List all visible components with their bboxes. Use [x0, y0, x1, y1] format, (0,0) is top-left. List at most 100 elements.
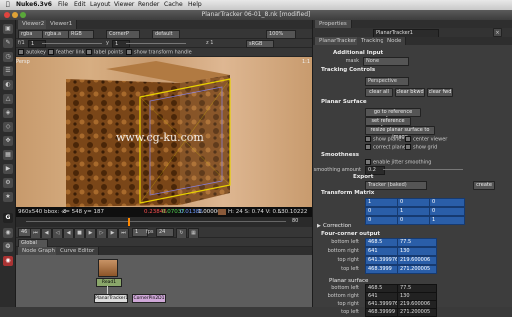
- tab-node-graph[interactable]: Node Graph: [18, 247, 60, 255]
- corner-x-field[interactable]: 468.3999: [365, 265, 399, 274]
- set-reference-frame-button[interactable]: set reference frame: [365, 117, 411, 131]
- close-panel-icon[interactable]: ×: [493, 28, 502, 37]
- center-viewer-checkbox[interactable]: center viewer: [405, 136, 447, 143]
- menu-help[interactable]: Help: [188, 1, 202, 8]
- corner-x-field[interactable]: 641: [365, 247, 399, 256]
- tab-curve-editor[interactable]: Curve Editor: [56, 247, 100, 255]
- views-tool-icon[interactable]: ▶: [3, 164, 13, 174]
- matrix-cell[interactable]: 0: [429, 207, 465, 216]
- autokey-checkbox[interactable]: autokey: [18, 49, 46, 56]
- label-points-checkbox[interactable]: label points: [86, 49, 123, 56]
- menu-edit[interactable]: Edit: [74, 1, 86, 8]
- gain-field[interactable]: 1: [28, 40, 46, 48]
- corner-label: bottom right: [327, 293, 359, 299]
- matrix-cell[interactable]: 0: [365, 207, 401, 216]
- correction-toggle-icon[interactable]: ▶: [317, 223, 321, 229]
- resize-planar-surface-button[interactable]: resize planar surface to image: [365, 126, 435, 140]
- gamma-slider[interactable]: [126, 43, 186, 44]
- resolution-info: 960x540 bbox: -3: [18, 209, 67, 215]
- show-plane-checkbox[interactable]: show plane: [365, 136, 401, 143]
- corner-x-field[interactable]: 641.399976: [365, 256, 399, 265]
- matrix-cell[interactable]: 0: [429, 198, 465, 207]
- export-type-select[interactable]: Tracker (baked): [365, 181, 427, 190]
- corner-y-field[interactable]: 219.600006: [397, 256, 437, 265]
- create-button[interactable]: create: [473, 181, 495, 190]
- viewer-canvas[interactable]: Persp 1:1 www.cg-ku.com: [16, 57, 312, 207]
- metadata-tool-icon[interactable]: ⚙: [3, 178, 13, 188]
- merge-tool-icon[interactable]: ◇: [3, 122, 13, 132]
- filter-tool-icon[interactable]: △: [3, 94, 13, 104]
- gamma-field[interactable]: 1: [112, 40, 130, 48]
- furnace-tool-icon[interactable]: ◉: [3, 228, 13, 238]
- menu-cache[interactable]: Cache: [164, 1, 183, 8]
- menu-file[interactable]: File: [58, 1, 68, 8]
- channel-tool-icon[interactable]: ☰: [3, 66, 13, 76]
- nuke-logo-icon[interactable]: ◉: [3, 256, 13, 266]
- menu-viewer[interactable]: Viewer: [114, 1, 134, 8]
- correct-plane-checkbox[interactable]: correct plane: [365, 144, 406, 151]
- tab-planartracker[interactable]: PlanarTracker: [315, 37, 362, 45]
- node-graph[interactable]: Read1 PlanarTracker1 CornerPin2D1: [16, 255, 312, 307]
- center-viewer-label: center viewer: [413, 136, 448, 143]
- timeline[interactable]: 80: [16, 217, 312, 227]
- go-to-reference-frame-button[interactable]: go to reference frame: [365, 108, 421, 122]
- timeline-playhead[interactable]: [128, 218, 130, 226]
- show-grid-checkbox[interactable]: show grid: [405, 144, 437, 151]
- keyer-tool-icon[interactable]: ◈: [3, 108, 13, 118]
- mode-select[interactable]: default: [152, 30, 180, 39]
- input-select[interactable]: CornerP: [106, 30, 140, 39]
- gain-slider[interactable]: [42, 43, 102, 44]
- matrix-cell[interactable]: 1: [429, 216, 465, 225]
- clear-fwd-button[interactable]: clear fwd: [427, 88, 453, 97]
- apple-icon[interactable]: : [6, 1, 10, 8]
- show-transform-handle-checkbox[interactable]: show transform handle: [126, 49, 192, 56]
- node-cornerpin2d1[interactable]: CornerPin2D1: [132, 294, 166, 303]
- zoom-select[interactable]: 100%: [266, 30, 296, 39]
- lut-select[interactable]: sRGB: [246, 40, 274, 48]
- other-tool-icon[interactable]: ★: [3, 192, 13, 202]
- jitter-smoothing-checkbox[interactable]: enable jitter smoothing: [365, 159, 431, 166]
- matrix-cell[interactable]: 1: [365, 198, 401, 207]
- 3d-tool-icon[interactable]: ▦: [3, 150, 13, 160]
- transform-tool-icon[interactable]: ✥: [3, 136, 13, 146]
- corner-y-field[interactable]: 130: [397, 247, 437, 256]
- corner-x-field[interactable]: 468.5: [365, 238, 399, 247]
- minimize-window-icon[interactable]: [12, 12, 18, 18]
- matrix-cell[interactable]: 0: [397, 198, 433, 207]
- surface-x-field[interactable]: 468.39999: [365, 308, 399, 317]
- track-mode-select[interactable]: Perspective: [365, 77, 409, 86]
- menu-app-name[interactable]: Nuke6.3v6: [16, 1, 52, 8]
- menu-layout[interactable]: Layout: [90, 1, 110, 8]
- matrix-cell[interactable]: 0: [397, 216, 433, 225]
- surface-y-field[interactable]: 271.200005: [397, 308, 437, 317]
- image-tool-icon[interactable]: ▣: [3, 24, 13, 34]
- draw-tool-icon[interactable]: ✎: [3, 38, 13, 48]
- node-read1[interactable]: Read1: [96, 278, 122, 287]
- matrix-cell[interactable]: 1: [397, 207, 433, 216]
- tab-viewer1[interactable]: Viewer1: [46, 20, 78, 29]
- tab-properties[interactable]: Properties: [315, 20, 352, 28]
- color-tool-icon[interactable]: ◐: [3, 80, 13, 90]
- clear-bkwd-button[interactable]: clear bkwd: [395, 88, 425, 97]
- matrix-cell[interactable]: 0: [365, 216, 401, 225]
- mask-select[interactable]: None: [363, 57, 409, 66]
- feather-link-checkbox[interactable]: feather link: [48, 49, 85, 56]
- time-tool-icon[interactable]: ◷: [3, 52, 13, 62]
- corner-label: top left: [341, 309, 359, 315]
- gizmo-icon[interactable]: G: [3, 213, 13, 223]
- smoothing-slider[interactable]: [383, 169, 463, 170]
- colorspace-select[interactable]: RGB: [68, 30, 94, 39]
- node-planartracker1[interactable]: PlanarTracker1: [94, 294, 128, 303]
- correction-heading[interactable]: Correction: [323, 223, 351, 229]
- corner-y-field[interactable]: 77.5: [397, 238, 437, 247]
- tab-node[interactable]: Node: [383, 37, 407, 45]
- zoom-window-icon[interactable]: [20, 12, 26, 18]
- ofx-tool-icon[interactable]: ❂: [3, 242, 13, 252]
- menu-render[interactable]: Render: [138, 1, 159, 8]
- close-window-icon[interactable]: [4, 12, 10, 18]
- fps-field[interactable]: 24: [156, 228, 174, 237]
- tab-viewer2[interactable]: Viewer2: [18, 20, 50, 29]
- clear-all-button[interactable]: clear all: [365, 88, 393, 97]
- corner-label: top left: [341, 266, 359, 272]
- corner-y-field[interactable]: 271.200005: [397, 265, 437, 274]
